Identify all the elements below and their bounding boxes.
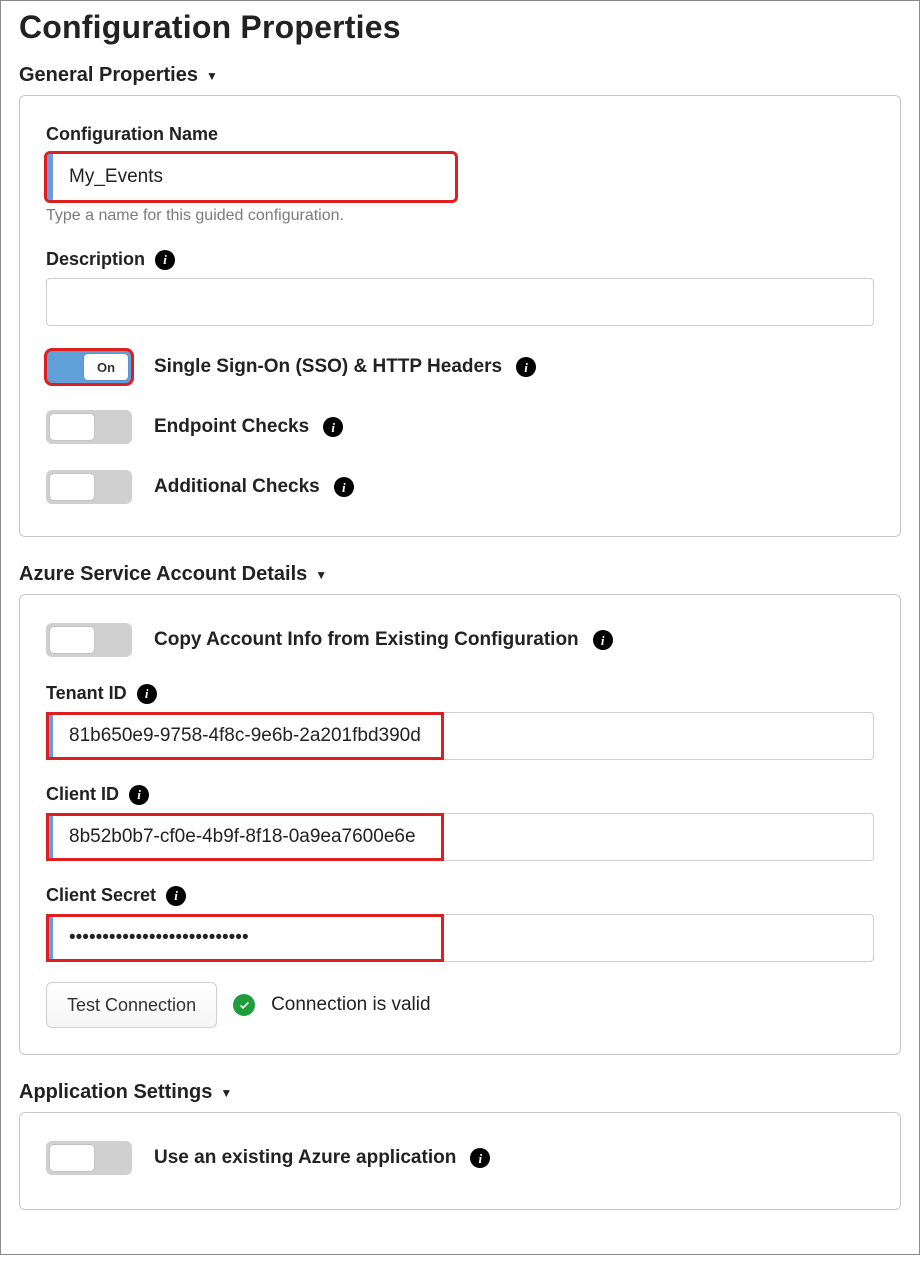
client-secret-label: Client Secret	[46, 885, 156, 906]
section-header-app-settings[interactable]: Application Settings ▼	[19, 1081, 901, 1104]
endpoint-toggle-label: Endpoint Checks	[154, 416, 309, 438]
caret-down-icon: ▼	[315, 569, 327, 581]
client-secret-input[interactable]	[46, 914, 874, 962]
config-name-label: Configuration Name	[46, 124, 874, 145]
toggle-knob	[50, 1145, 94, 1171]
caret-down-icon: ▼	[206, 70, 218, 82]
additional-toggle[interactable]	[46, 470, 132, 504]
existing-app-toggle-label: Use an existing Azure application	[154, 1147, 456, 1169]
section-header-general[interactable]: General Properties ▼	[19, 64, 901, 87]
description-input[interactable]	[46, 278, 874, 326]
copy-account-toggle-label: Copy Account Info from Existing Configur…	[154, 629, 579, 651]
info-icon[interactable]: i	[593, 630, 613, 650]
connection-status-text: Connection is valid	[271, 994, 430, 1016]
info-icon[interactable]: i	[516, 357, 536, 377]
client-id-label: Client ID	[46, 784, 119, 805]
toggle-knob	[50, 414, 94, 440]
description-label: Description	[46, 249, 145, 270]
info-icon[interactable]: i	[323, 417, 343, 437]
toggle-knob	[50, 474, 94, 500]
section-header-azure[interactable]: Azure Service Account Details ▼	[19, 563, 901, 586]
tenant-id-input[interactable]	[46, 712, 874, 760]
section-header-azure-label: Azure Service Account Details	[19, 563, 307, 586]
test-connection-button[interactable]: Test Connection	[46, 982, 217, 1028]
section-header-general-label: General Properties	[19, 64, 198, 87]
info-icon[interactable]: i	[334, 477, 354, 497]
existing-app-toggle[interactable]	[46, 1141, 132, 1175]
panel-general: Configuration Name Type a name for this …	[19, 95, 901, 537]
check-circle-icon	[233, 994, 255, 1016]
additional-toggle-label: Additional Checks	[154, 476, 320, 498]
info-icon[interactable]: i	[155, 250, 175, 270]
config-name-input[interactable]	[46, 153, 456, 201]
copy-account-toggle[interactable]	[46, 623, 132, 657]
sso-toggle[interactable]: On	[46, 350, 132, 384]
client-id-input[interactable]	[46, 813, 874, 861]
tenant-id-label: Tenant ID	[46, 683, 127, 704]
toggle-knob	[50, 627, 94, 653]
toggle-knob: On	[84, 354, 128, 380]
info-icon[interactable]: i	[137, 684, 157, 704]
page-title: Configuration Properties	[19, 9, 901, 46]
info-icon[interactable]: i	[470, 1148, 490, 1168]
endpoint-toggle[interactable]	[46, 410, 132, 444]
info-icon[interactable]: i	[129, 785, 149, 805]
config-name-help: Type a name for this guided configuratio…	[46, 207, 874, 225]
caret-down-icon: ▼	[220, 1087, 232, 1099]
section-header-app-settings-label: Application Settings	[19, 1081, 212, 1104]
panel-azure: Copy Account Info from Existing Configur…	[19, 594, 901, 1055]
sso-toggle-label: Single Sign-On (SSO) & HTTP Headers	[154, 356, 502, 378]
info-icon[interactable]: i	[166, 886, 186, 906]
panel-app-settings: Use an existing Azure application i	[19, 1112, 901, 1210]
